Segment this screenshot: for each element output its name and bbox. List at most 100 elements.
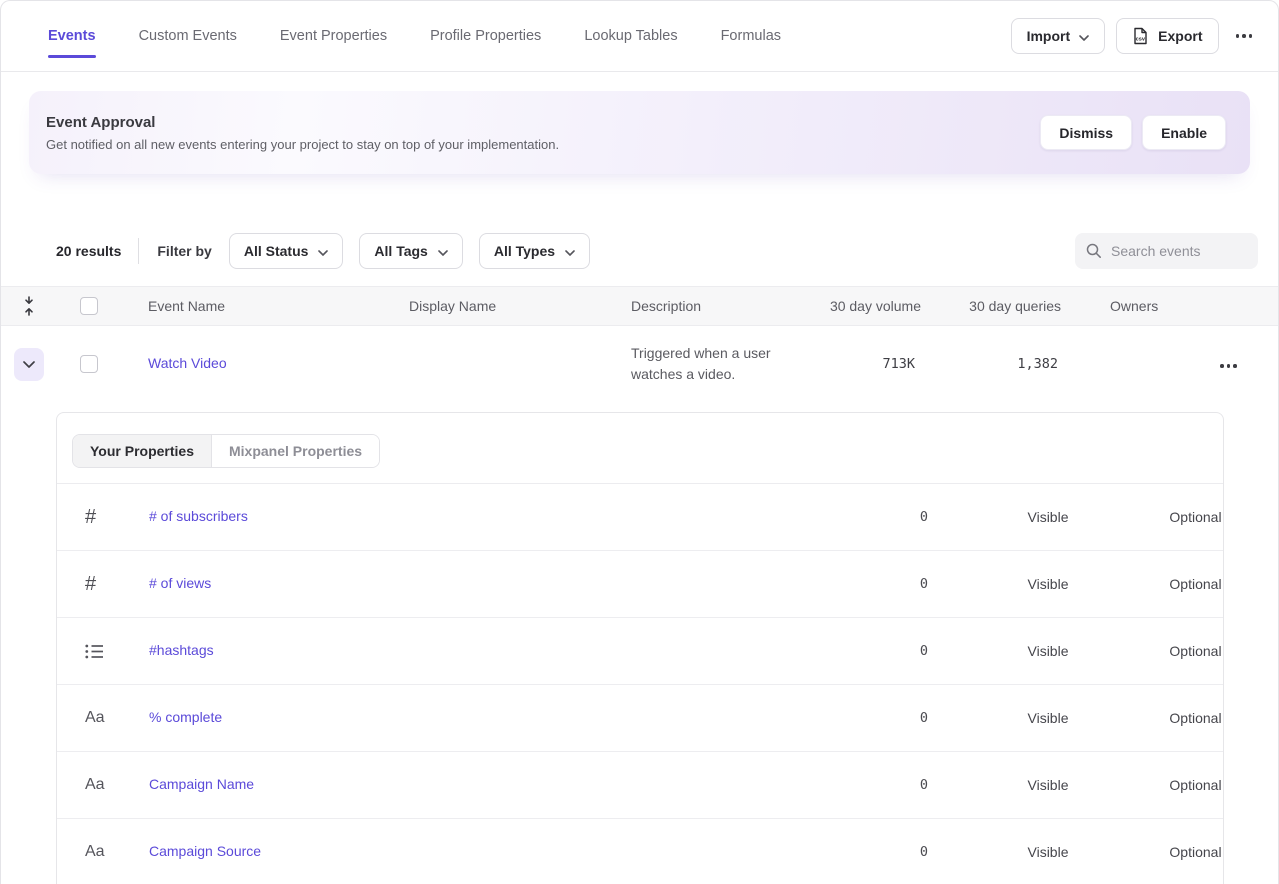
number-type-icon: #: [85, 507, 96, 527]
property-row: Aa Campaign Source 0 Visible Optional: [57, 819, 1223, 884]
chevron-down-icon: [23, 361, 35, 368]
select-all-checkbox[interactable]: [80, 297, 98, 315]
column-header-description: Description: [621, 298, 801, 314]
property-visibility: Visible: [928, 777, 1168, 793]
property-row: Aa % complete 0 Visible Optional: [57, 685, 1223, 752]
property-requirement: Optional: [1168, 844, 1223, 860]
tab-events[interactable]: Events: [48, 1, 96, 71]
banner-actions: Dismiss Enable: [1040, 115, 1226, 150]
status-filter-label: All Status: [244, 243, 309, 259]
property-requirement: Optional: [1168, 643, 1223, 659]
property-value: 0: [723, 844, 928, 860]
event-volume: 713K: [801, 356, 921, 372]
divider: [138, 238, 139, 264]
property-requirement: Optional: [1168, 509, 1223, 525]
property-row: #hashtags 0 Visible Optional: [57, 618, 1223, 685]
property-name-link[interactable]: Campaign Source: [149, 843, 261, 859]
chevron-down-icon: [438, 243, 448, 259]
column-header-event-name: Event Name: [121, 298, 401, 314]
collapse-all-button[interactable]: [1, 287, 57, 325]
property-value: 0: [723, 710, 928, 726]
property-requirement: Optional: [1168, 576, 1223, 592]
column-header-owners: Owners: [1061, 298, 1201, 314]
property-visibility: Visible: [928, 844, 1168, 860]
properties-tab-switcher: Your Properties Mixpanel Properties: [72, 434, 380, 468]
tab-lookup-tables[interactable]: Lookup Tables: [584, 1, 677, 71]
banner-text: Event Approval Get notified on all new e…: [46, 114, 559, 152]
list-type-icon: [85, 644, 104, 659]
property-row: # # of views 0 Visible Optional: [57, 551, 1223, 618]
property-name-link[interactable]: # of subscribers: [149, 508, 248, 524]
number-type-icon: #: [85, 574, 96, 594]
tags-filter-label: All Tags: [374, 243, 427, 259]
chevron-down-icon: [318, 243, 328, 259]
row-more-options-button[interactable]: [1214, 358, 1243, 374]
chevron-down-icon: [1079, 28, 1089, 44]
property-value: 0: [723, 509, 928, 525]
export-button-label: Export: [1158, 28, 1202, 44]
import-button-label: Import: [1027, 28, 1071, 44]
import-button[interactable]: Import: [1011, 18, 1106, 54]
property-name-link[interactable]: % complete: [149, 709, 222, 725]
text-type-icon: Aa: [85, 844, 105, 860]
property-name-link[interactable]: #hashtags: [149, 642, 214, 658]
dismiss-button[interactable]: Dismiss: [1040, 115, 1132, 150]
csv-file-icon: csv: [1132, 27, 1149, 45]
property-visibility: Visible: [928, 643, 1168, 659]
property-row: Aa Campaign Name 0 Visible Optional: [57, 752, 1223, 819]
more-options-button[interactable]: [1230, 28, 1259, 44]
property-visibility: Visible: [928, 710, 1168, 726]
enable-button[interactable]: Enable: [1142, 115, 1226, 150]
status-filter-dropdown[interactable]: All Status: [229, 233, 344, 269]
tab-custom-events[interactable]: Custom Events: [139, 1, 237, 71]
tab-event-properties[interactable]: Event Properties: [280, 1, 387, 71]
property-requirement: Optional: [1168, 777, 1223, 793]
search-input[interactable]: [1075, 233, 1258, 269]
property-name-link[interactable]: # of views: [149, 575, 211, 591]
properties-tabs-section: Your Properties Mixpanel Properties: [57, 413, 1223, 484]
properties-panel: Your Properties Mixpanel Properties # # …: [56, 412, 1224, 884]
property-visibility: Visible: [928, 509, 1168, 525]
more-options-icon: [1220, 364, 1224, 368]
filter-row: 20 results Filter by All Status All Tags…: [56, 233, 1258, 269]
collapse-row-button[interactable]: [14, 348, 44, 381]
property-row: # # of subscribers 0 Visible Optional: [57, 484, 1223, 551]
tab-mixpanel-properties[interactable]: Mixpanel Properties: [212, 435, 379, 467]
text-type-icon: Aa: [85, 777, 105, 793]
filter-by-label: Filter by: [157, 243, 211, 259]
banner-description: Get notified on all new events entering …: [46, 137, 559, 152]
search-box: [1075, 233, 1258, 269]
banner-title: Event Approval: [46, 114, 559, 131]
property-requirement: Optional: [1168, 710, 1223, 726]
column-header-volume: 30 day volume: [801, 298, 921, 314]
property-value: 0: [723, 576, 928, 592]
more-options-icon: [1236, 34, 1240, 38]
event-description: Triggered when a user watches a video.: [621, 343, 793, 385]
types-filter-label: All Types: [494, 243, 555, 259]
event-name-link[interactable]: Watch Video: [148, 355, 227, 371]
table-row-watch-video: Watch Video Triggered when a user watche…: [1, 326, 1278, 402]
export-button[interactable]: csv Export: [1116, 18, 1218, 54]
topbar-actions: Import csv Export: [1011, 18, 1258, 54]
tab-formulas[interactable]: Formulas: [721, 1, 781, 71]
property-name-link[interactable]: Campaign Name: [149, 776, 254, 792]
property-value: 0: [723, 777, 928, 793]
column-header-display-name: Display Name: [401, 298, 621, 314]
property-visibility: Visible: [928, 576, 1168, 592]
collapse-all-icon: [22, 295, 36, 317]
text-type-icon: Aa: [85, 710, 105, 726]
property-value: 0: [723, 643, 928, 659]
top-tab-bar: Events Custom Events Event Properties Pr…: [1, 1, 1278, 72]
row-checkbox[interactable]: [80, 355, 98, 373]
tab-profile-properties[interactable]: Profile Properties: [430, 1, 541, 71]
event-approval-banner: Event Approval Get notified on all new e…: [29, 91, 1250, 174]
types-filter-dropdown[interactable]: All Types: [479, 233, 590, 269]
svg-text:csv: csv: [1136, 37, 1146, 43]
lexicon-page: Events Custom Events Event Properties Pr…: [0, 0, 1279, 884]
tags-filter-dropdown[interactable]: All Tags: [359, 233, 462, 269]
tab-your-properties[interactable]: Your Properties: [73, 435, 212, 467]
results-count: 20 results: [56, 243, 121, 259]
search-icon: [1086, 243, 1102, 259]
event-queries: 1,382: [921, 356, 1061, 372]
main-tabs: Events Custom Events Event Properties Pr…: [48, 1, 781, 71]
